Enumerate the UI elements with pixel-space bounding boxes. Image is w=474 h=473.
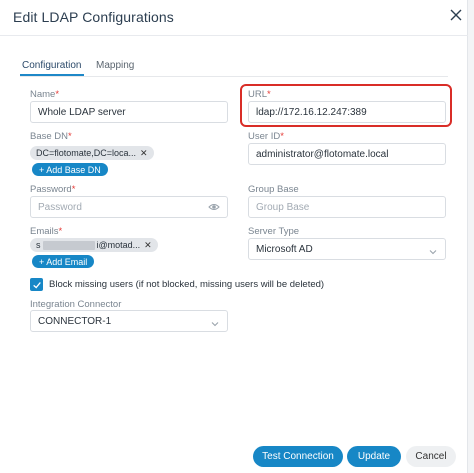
update-button[interactable]: Update [347,446,401,467]
email-chip-prefix: s [36,240,41,250]
base-dn-chip: DC=flotomate,DC=loca... ✕ [30,146,154,160]
server-type-label: Server Type [248,226,300,237]
redacted-mask [42,240,95,250]
remove-chip-icon[interactable]: ✕ [140,148,148,159]
tab-mapping[interactable]: Mapping [96,60,134,71]
chevron-down-icon[interactable] [428,244,438,255]
block-missing-checkbox[interactable] [30,278,43,291]
server-type-select[interactable]: Microsoft AD [248,238,446,260]
remove-chip-icon[interactable]: ✕ [144,240,152,251]
user-id-label: User ID* [248,131,284,142]
group-base-input[interactable]: Group Base [248,196,446,218]
name-label: Name* [30,89,60,100]
email-chip: s i@motad... ✕ [30,238,158,252]
test-connection-button[interactable]: Test Connection [253,446,343,467]
integration-connector-select[interactable]: CONNECTOR-1 [30,310,228,332]
dialog-title: Edit LDAP Configurations [13,9,174,25]
name-input[interactable]: Whole LDAP server [30,101,228,123]
url-highlight-box [240,84,452,127]
password-label: Password* [30,184,76,195]
add-base-dn-button[interactable]: + Add Base DN [32,163,108,176]
integration-connector-label: Integration Connector [30,299,122,310]
emails-label: Emails* [30,226,63,237]
chevron-down-icon[interactable] [210,316,220,327]
block-missing-label: Block missing users (if not blocked, mis… [49,279,325,290]
group-base-label: Group Base [248,184,299,195]
tab-divider [20,76,448,77]
cancel-button[interactable]: Cancel [406,446,456,467]
add-email-button[interactable]: + Add Email [32,255,95,268]
close-icon[interactable] [447,6,465,24]
dialog-header: Edit LDAP Configurations [0,0,468,36]
base-dn-label: Base DN* [30,131,72,142]
email-chip-suffix: i@motad... [96,240,141,250]
eye-icon[interactable] [208,200,220,212]
base-dn-chip-text: DC=flotomate,DC=loca... [36,148,137,158]
user-id-input[interactable]: administrator@flotomate.local [248,143,446,165]
tab-configuration[interactable]: Configuration [22,60,81,71]
password-input[interactable]: Password [30,196,228,218]
edit-ldap-dialog: Edit LDAP Configurations Configuration M… [0,0,468,473]
active-tab-indicator [20,74,84,76]
